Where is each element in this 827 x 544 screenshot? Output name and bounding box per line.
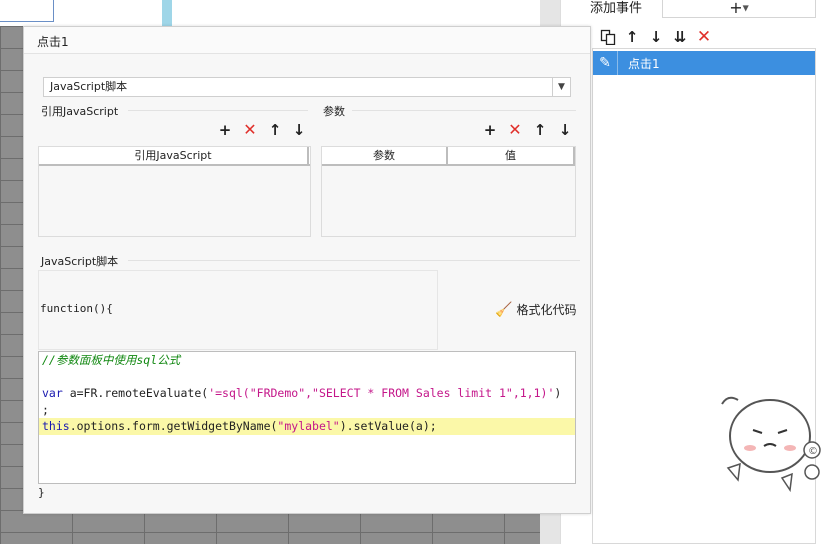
function-header: function(){ — [40, 302, 113, 315]
plus-icon: + — [729, 0, 743, 17]
script-type-value: JavaScript脚本 — [50, 80, 128, 93]
column-marker — [162, 0, 172, 26]
add-event-button[interactable]: +▼ — [662, 0, 816, 18]
move-up-icon[interactable]: ↑ — [622, 27, 642, 47]
delete-icon[interactable]: ✕ — [242, 122, 258, 138]
event-panel-title: 添加事件 — [590, 1, 643, 16]
code-editor[interactable]: //参数面板中使用sql公式 var a=FR.remoteEvaluate('… — [38, 351, 576, 484]
copy-icon[interactable] — [598, 27, 618, 47]
chevron-down-icon[interactable]: ▼ — [552, 78, 570, 96]
section-divider — [128, 110, 308, 111]
move-down-icon[interactable]: ↓ — [557, 122, 573, 138]
table-header: 参数 值 — [322, 147, 575, 166]
add-icon[interactable]: + — [217, 122, 233, 138]
format-code-button[interactable]: 🧹 格式化代码 — [495, 301, 576, 318]
event-toolbar: ↑ ↓ ⇊ ✕ — [592, 26, 816, 48]
cartoon-sticker-image: © — [720, 390, 827, 500]
section-divider — [352, 110, 576, 111]
ref-js-table: 引用JavaScript — [38, 146, 311, 237]
code-line: ; — [42, 403, 49, 417]
selected-cell[interactable] — [0, 0, 54, 22]
move-down-icon[interactable]: ↓ — [291, 122, 307, 138]
sheet-top-bar — [0, 0, 540, 26]
move-up-icon[interactable]: ↑ — [267, 122, 283, 138]
move-up-icon[interactable]: ↑ — [532, 122, 548, 138]
script-section-label: JavaScript脚本 — [41, 255, 119, 268]
broom-icon: 🧹 — [495, 301, 513, 318]
dialog-title: 点击1 — [37, 35, 69, 49]
format-code-label: 格式化代码 — [516, 303, 577, 317]
add-icon[interactable]: + — [482, 122, 498, 138]
chevron-down-icon: ▼ — [742, 3, 749, 13]
dialog-header: 点击1 — [24, 27, 590, 54]
params-table: 参数 值 — [321, 146, 576, 237]
column-header[interactable]: 参数 — [322, 147, 448, 164]
ref-js-section-label: 引用JavaScript — [41, 105, 119, 118]
edit-icon[interactable]: ✎ — [593, 55, 617, 71]
section-divider — [128, 260, 580, 261]
column-header[interactable]: 引用JavaScript — [39, 147, 309, 164]
code-line: this.options.form.getWidgetByName("mylab… — [42, 419, 437, 433]
event-item-label: 点击1 — [628, 56, 660, 71]
function-close: } — [38, 486, 45, 499]
table-header: 引用JavaScript — [39, 147, 310, 166]
script-type-select[interactable]: JavaScript脚本 ▼ — [43, 77, 571, 97]
params-section-label: 参数 — [323, 105, 345, 118]
column-header[interactable]: 值 — [448, 147, 575, 164]
move-down-icon[interactable]: ↓ — [646, 27, 666, 47]
sort-down-icon[interactable]: ⇊ — [670, 27, 690, 47]
delete-icon[interactable]: ✕ — [694, 27, 714, 47]
event-list-item[interactable]: ✎ 点击1 — [593, 51, 815, 75]
code-line: var a=FR.remoteEvaluate('=sql("FRDemo","… — [42, 386, 562, 400]
code-line: //参数面板中使用sql公式 — [42, 353, 181, 367]
delete-icon[interactable]: ✕ — [507, 122, 523, 138]
svg-text:©: © — [808, 446, 818, 457]
